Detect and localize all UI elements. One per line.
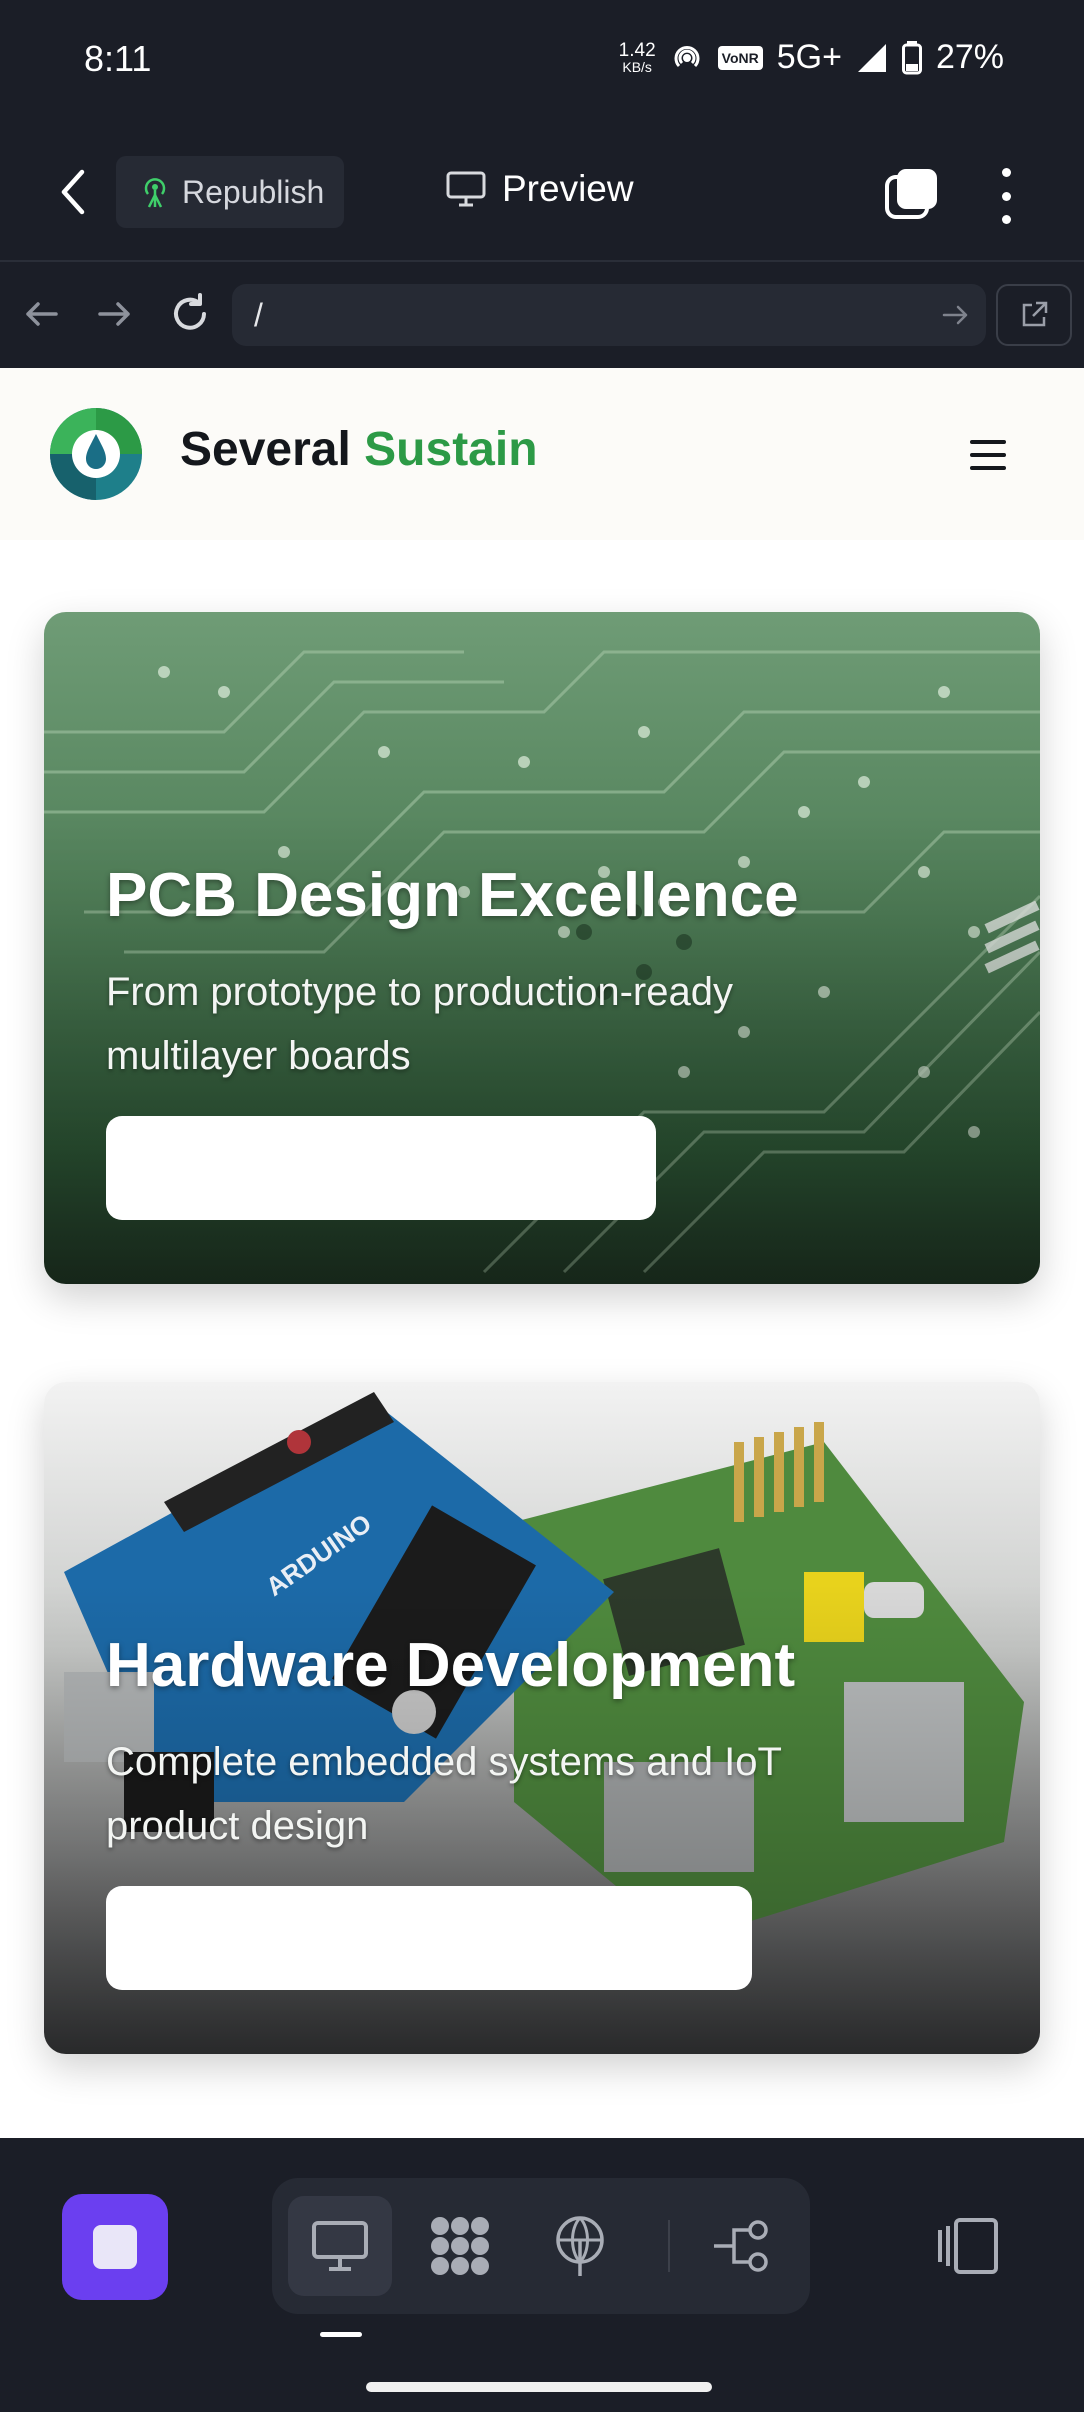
go-arrow-icon[interactable] [940,300,970,330]
view-switcher [272,2178,810,2314]
site-brand[interactable]: Several Sustain [180,422,538,477]
network-speed-unit: KB/s [622,59,652,75]
card-title: Hardware Development [106,1631,796,1700]
broadcast-icon [144,178,166,208]
status-time: 8:11 [84,38,152,79]
network-type: 5G+ [776,38,842,76]
components-button[interactable] [408,2196,512,2296]
card-title: PCB Design Excellence [106,861,799,930]
service-card-pcb[interactable]: PCB Design Excellence From prototype to … [44,612,1040,1284]
brand-main: Several [180,423,351,476]
status-indicators: 1.42 KB/s VoNR 5G+ 27% [619,38,1004,77]
stop-button[interactable] [62,2194,168,2300]
side-panel-icon[interactable] [936,2214,1000,2278]
site-logo[interactable] [46,404,146,504]
status-bar: 8:11 1.42 KB/s VoNR 5G+ 27% [0,0,1084,120]
stop-icon [93,2225,137,2269]
publish-button[interactable] [528,2196,632,2296]
open-external-button[interactable] [996,284,1072,346]
desktop-view-button[interactable] [288,2196,392,2296]
home-indicator[interactable] [366,2382,712,2392]
network-speed: 1.42 KB/s [619,41,656,74]
battery-icon [901,40,922,74]
battery-level: 27% [935,38,1004,76]
grid-blob-icon [431,2217,489,2275]
service-card-hardware[interactable]: ARDUINO Hardware Development Complete em… [44,1382,1040,2054]
preview-label: Preview [502,168,634,209]
card-subtitle: From prototype to production-ready multi… [106,970,733,1078]
brand-accent: Sustain [364,423,538,476]
preview-button[interactable]: Preview [446,168,634,210]
active-tab-indicator [320,2332,362,2337]
monitor-icon [446,171,486,207]
card-subtitle: Complete embedded systems and IoT produc… [106,1740,782,1848]
tabs-icon[interactable] [884,166,940,222]
antenna-icon [556,2216,604,2276]
nav-forward-icon[interactable] [90,290,138,338]
hotspot-icon [674,45,700,67]
browser-bar: / [0,262,1084,368]
vonr-badge: VoNR [717,45,763,70]
url-text: / [254,297,263,333]
hamburger-menu-icon[interactable] [970,440,1006,470]
nav-back-icon[interactable] [18,290,66,338]
app-toolbar: Republish Preview [0,120,1084,262]
site-header: Several Sustain [0,368,1084,540]
signal-icon [857,43,886,72]
card-cta-button[interactable] [106,1886,752,1990]
more-options-icon[interactable] [988,168,1024,224]
divider [668,2220,670,2272]
republish-button[interactable]: Republish [116,156,344,228]
url-input[interactable]: / [232,284,986,346]
screen: 8:11 1.42 KB/s VoNR 5G+ 27% Republish Pr… [0,0,1084,2412]
external-link-icon [1022,301,1048,327]
bottom-toolbar [0,2138,1084,2412]
monitor-icon [312,2221,368,2271]
website-preview: Several Sustain PCB Design Excellence Fr… [0,368,1084,2138]
republish-label: Republish [182,173,325,210]
network-speed-value: 1.42 [618,40,656,61]
card-cta-button[interactable] [106,1116,656,1220]
reload-icon[interactable] [166,290,214,338]
flow-icon [714,2220,768,2272]
workflow-button[interactable] [690,2196,794,2296]
back-arrow-icon[interactable] [52,166,96,218]
